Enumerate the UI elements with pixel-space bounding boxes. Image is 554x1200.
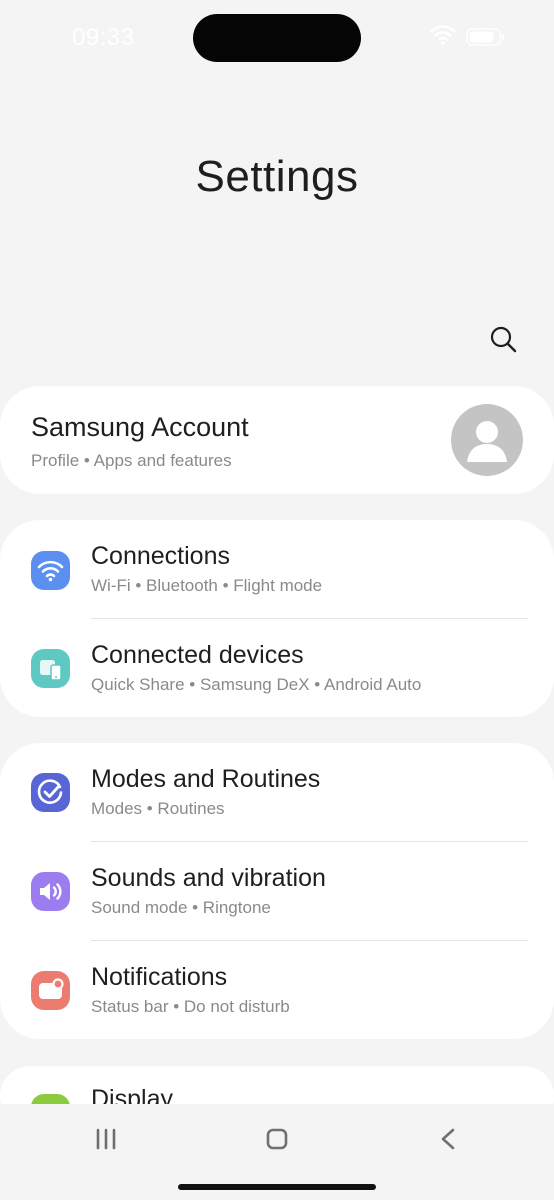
speaker-icon — [31, 872, 70, 911]
settings-item-notifications[interactable]: Notifications Status bar • Do not distur… — [0, 941, 554, 1040]
account-subtitle: Profile • Apps and features — [31, 451, 232, 470]
search-button[interactable] — [486, 322, 522, 358]
row-title: Modes and Routines — [91, 765, 321, 793]
back-icon — [441, 1128, 455, 1150]
wifi-icon — [430, 25, 456, 45]
dynamic-island — [193, 14, 361, 62]
row-subtitle: Wi-Fi • Bluetooth • Flight mode — [91, 576, 323, 595]
settings-item-connections[interactable]: Connections Wi-Fi • Bluetooth • Flight m… — [0, 520, 554, 619]
settings-item-modes-and-routines[interactable]: Modes and Routines Modes • Routines — [0, 743, 554, 842]
row-subtitle: Sound mode • Ringtone — [91, 898, 271, 917]
row-title: Connected devices — [91, 641, 304, 669]
row-subtitle: Modes • Routines — [91, 799, 225, 818]
wifi-icon — [31, 551, 70, 590]
row-title: Sounds and vibration — [91, 864, 326, 892]
person-avatar-icon[interactable] — [451, 404, 523, 476]
home-indicator[interactable] — [178, 1184, 376, 1190]
status-time: 09:33 — [72, 24, 135, 51]
row-title: Notifications — [91, 963, 228, 991]
row-title: Display — [91, 1085, 173, 1104]
recents-icon — [96, 1128, 116, 1150]
settings-item-display[interactable]: Display — [0, 1066, 554, 1104]
search-icon — [490, 326, 517, 353]
connected-devices-icon — [31, 649, 70, 688]
row-subtitle: Status bar • Do not disturb — [91, 997, 290, 1016]
modes-check-icon — [31, 773, 70, 812]
settings-item-sounds-and-vibration[interactable]: Sounds and vibration Sound mode • Ringto… — [0, 842, 554, 941]
row-title: Connections — [91, 542, 230, 570]
person-avatar-glyph — [467, 421, 507, 462]
status-bar: 09:33 — [0, 0, 554, 80]
page-title: Settings — [195, 152, 359, 201]
recents-button[interactable] — [86, 1124, 126, 1154]
notification-icon — [31, 971, 70, 1010]
battery-icon — [466, 28, 504, 46]
row-subtitle: Quick Share • Samsung DeX • Android Auto — [91, 675, 422, 694]
account-name: Samsung Account — [31, 412, 249, 442]
back-button[interactable] — [428, 1124, 468, 1154]
settings-item-connected-devices[interactable]: Connected devices Quick Share • Samsung … — [0, 619, 554, 718]
display-icon — [31, 1094, 70, 1104]
home-button[interactable] — [257, 1124, 297, 1154]
home-icon — [266, 1128, 288, 1150]
